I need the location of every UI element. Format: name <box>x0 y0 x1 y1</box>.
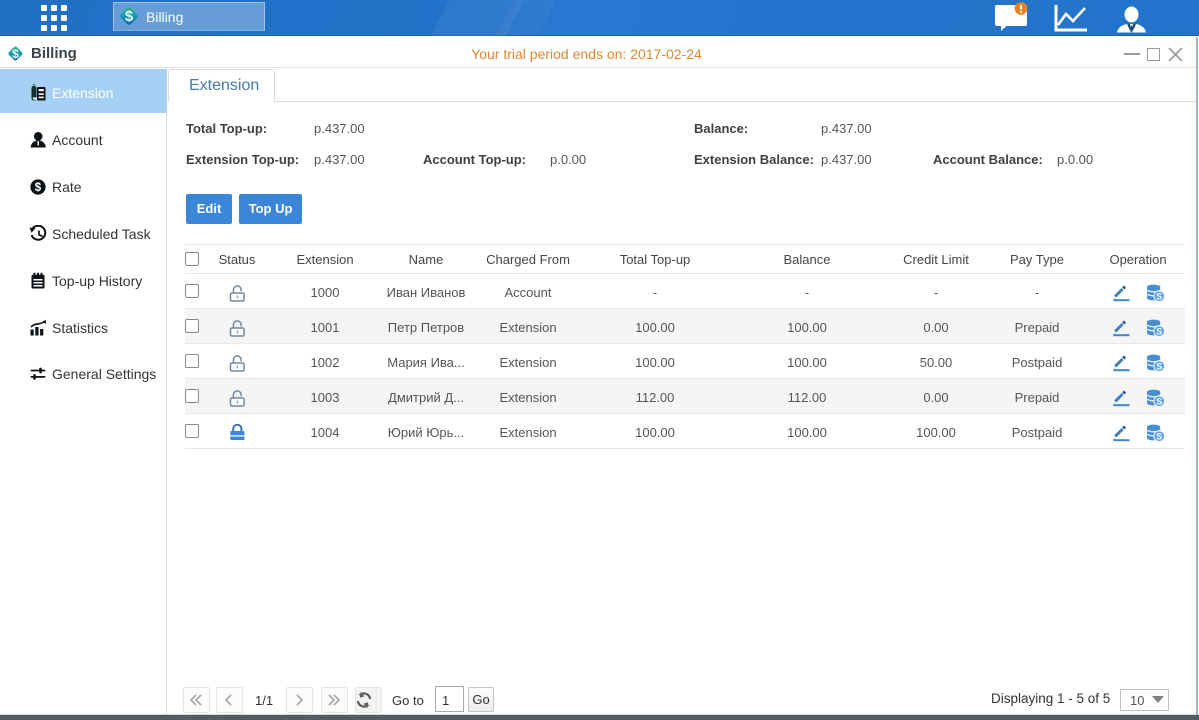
svg-text:$: $ <box>35 182 42 194</box>
